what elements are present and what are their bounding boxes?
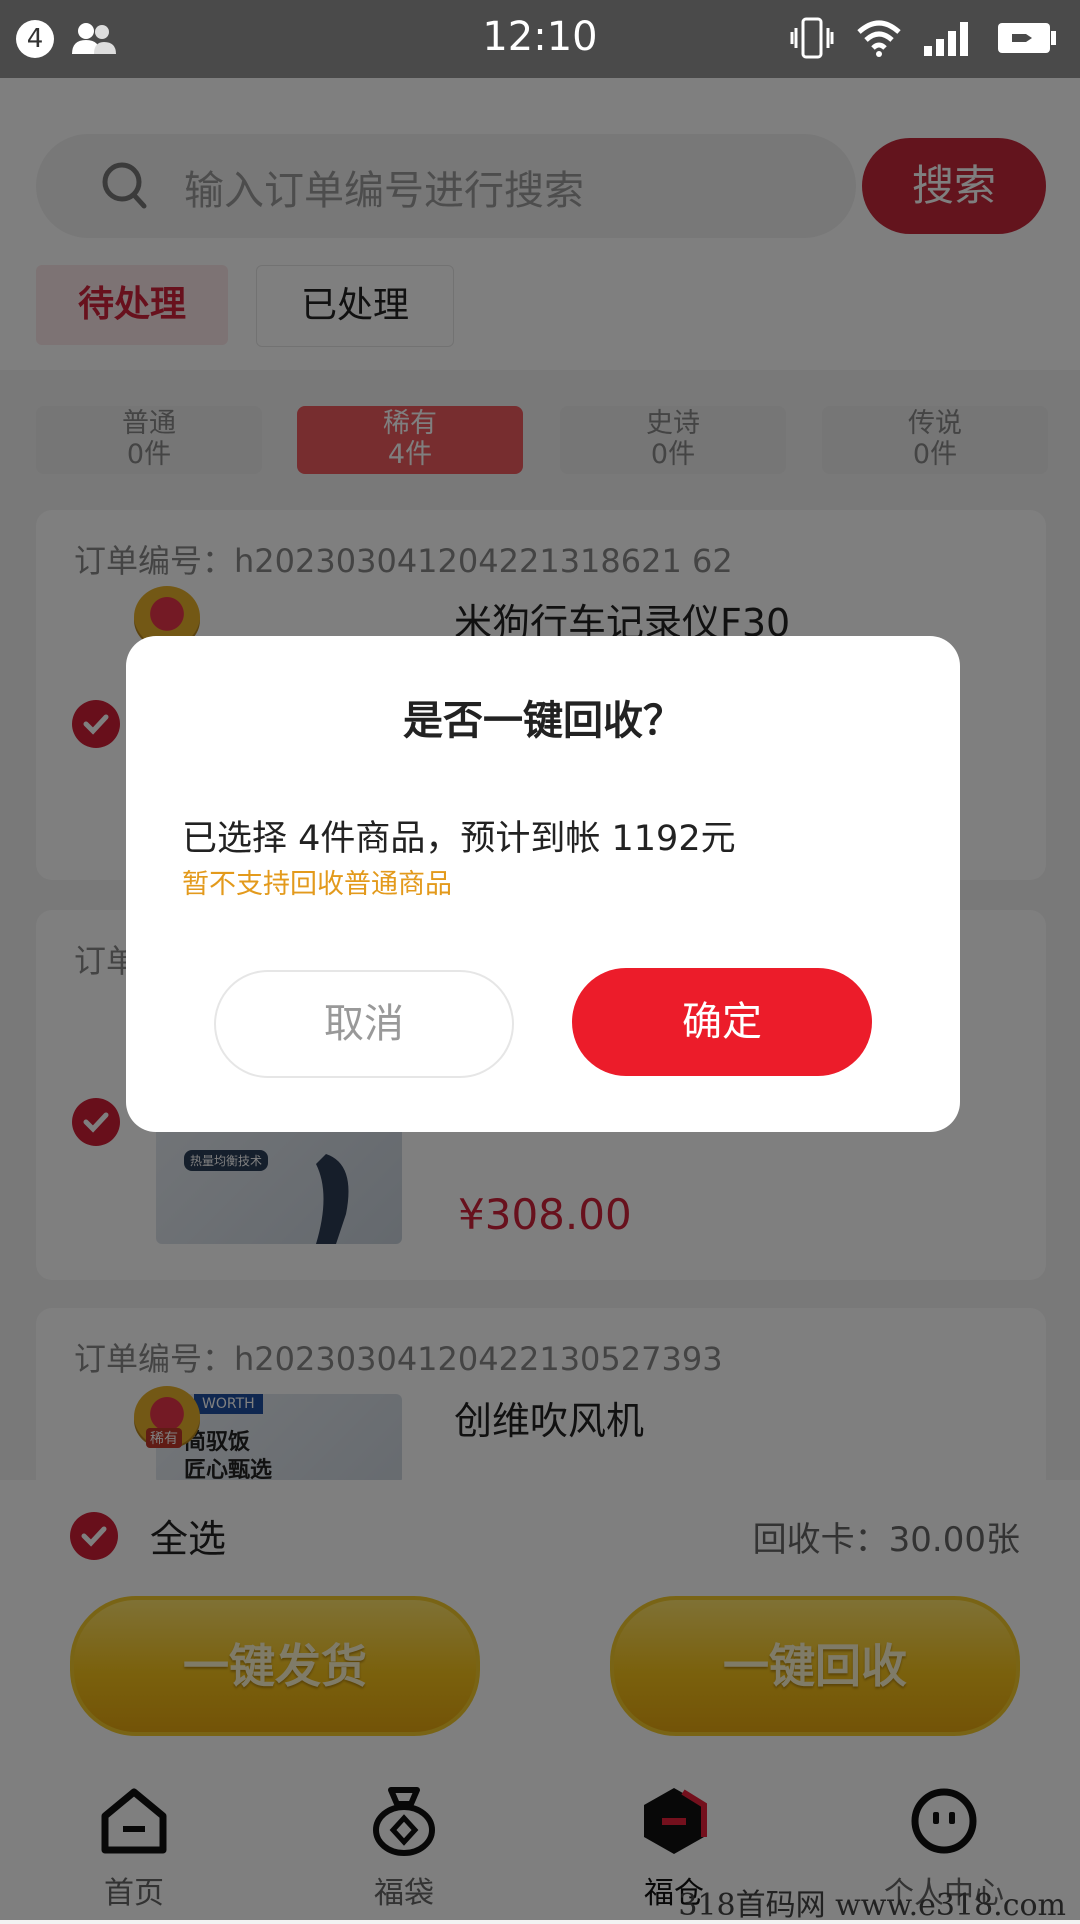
dialog-title: 是否一键回收？: [403, 698, 683, 744]
confirm-button[interactable]: 确定: [572, 968, 872, 1076]
status-icons: [790, 16, 1058, 60]
dialog-note: 暂不支持回收普通商品: [182, 869, 452, 900]
watermark: 318首码网 www.e318.com: [678, 1888, 1066, 1923]
battery-charging-icon: [998, 23, 1056, 53]
dialog-message: 已选择 4件商品，预计到帐 1192元: [182, 819, 736, 859]
wifi-icon: [857, 20, 901, 57]
cancel-button[interactable]: 取消: [214, 970, 514, 1078]
signal-icon: [924, 22, 968, 56]
vibrate-icon: [790, 17, 834, 59]
status-bar: 4 12:10: [0, 0, 1080, 78]
